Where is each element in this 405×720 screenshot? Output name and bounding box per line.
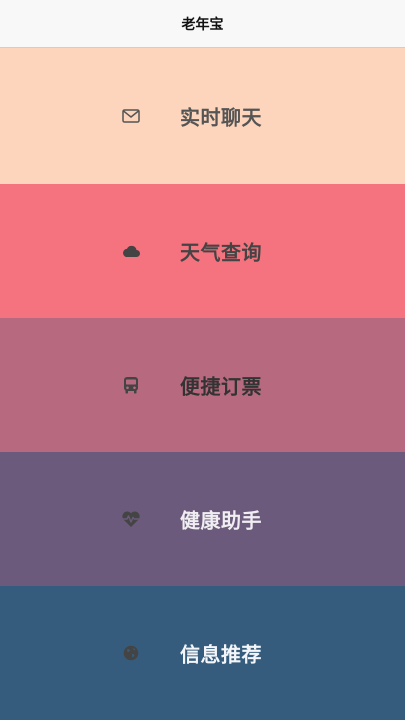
menu-item-health[interactable]: 健康助手 bbox=[0, 452, 405, 586]
menu-item-label: 便捷订票 bbox=[180, 374, 262, 399]
menu-item-chat[interactable]: 实时聊天 bbox=[0, 48, 405, 184]
menu-item-label: 信息推荐 bbox=[180, 642, 262, 667]
menu-item-weather[interactable]: 天气查询 bbox=[0, 184, 405, 318]
menu-item-label: 实时聊天 bbox=[180, 105, 262, 130]
menu-item-label: 天气查询 bbox=[180, 240, 262, 265]
menu-item-ticket[interactable]: 便捷订票 bbox=[0, 318, 405, 452]
envelope-icon bbox=[121, 106, 141, 126]
bus-icon bbox=[121, 375, 141, 395]
main-menu: 实时聊天 天气查询 便捷订票 健康助手 信息推荐 bbox=[0, 48, 405, 720]
heartbeat-icon bbox=[121, 509, 141, 529]
cloud-icon bbox=[121, 241, 141, 261]
menu-item-label: 健康助手 bbox=[180, 508, 262, 533]
globe-icon bbox=[121, 643, 141, 663]
app-screen: 老年宝 实时聊天 天气查询 便捷订票 健康助手 信息推荐 bbox=[0, 0, 405, 720]
app-header: 老年宝 bbox=[0, 0, 405, 48]
menu-item-info[interactable]: 信息推荐 bbox=[0, 586, 405, 720]
app-title: 老年宝 bbox=[181, 16, 224, 33]
